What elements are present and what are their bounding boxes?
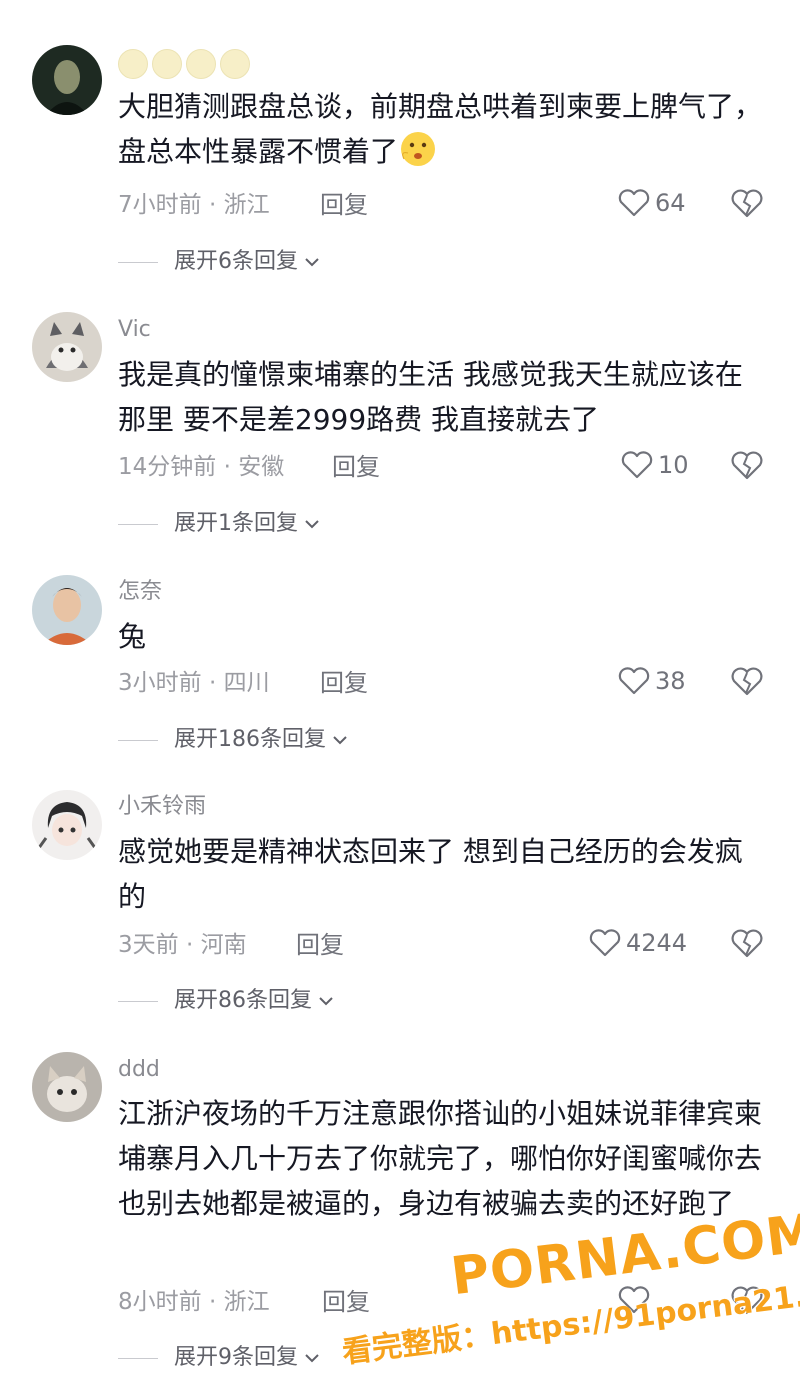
chevron-down-icon [305, 520, 319, 529]
expand-replies-button[interactable]: 展开1条回复 [118, 509, 322, 539]
avatar[interactable] [32, 45, 102, 115]
avatar[interactable] [32, 312, 102, 382]
username[interactable]: ddd [118, 1056, 160, 1084]
comment-meta: 7小时前 · 浙江 [118, 192, 270, 218]
broken-heart-icon[interactable] [730, 928, 764, 960]
expand-replies-button[interactable]: 展开86条回复 [118, 986, 336, 1016]
like-button[interactable] [617, 1285, 655, 1315]
username[interactable]: Vic [118, 316, 151, 344]
broken-heart-icon[interactable] [730, 666, 764, 698]
comment-text: 我是真的憧憬柬埔寨的生活 我感觉我天生就应该在那里 要不是差2999路费 我直接… [118, 358, 743, 436]
heart-icon [618, 189, 650, 217]
broken-heart-icon[interactable] [730, 450, 764, 482]
divider [118, 523, 158, 525]
reply-button[interactable]: 回复 [296, 930, 344, 960]
like-count: 4244 [626, 929, 688, 957]
like-button[interactable]: 38 [617, 666, 686, 696]
like-button[interactable]: 64 [617, 188, 686, 218]
chevron-down-icon [333, 736, 347, 745]
chevron-down-icon [305, 258, 319, 267]
comment-text: 大胆猜测跟盘总谈，前期盘总哄着到柬要上脾气了，盘总本性暴露不惯着了 [118, 90, 763, 168]
avatar[interactable] [32, 790, 102, 860]
comment-text: 兔 [118, 620, 147, 653]
expand-replies-button[interactable]: 展开6条回复 [118, 247, 322, 277]
comment-text: 感觉她要是精神状态回来了 想到自己经历的会发疯的 [118, 835, 743, 913]
heart-icon [618, 667, 650, 695]
comment-meta: 14分钟前 · 安徽 [118, 454, 285, 480]
broken-heart-icon[interactable] [730, 1285, 764, 1317]
face-emoji-icon [401, 132, 436, 166]
comment-text: 江浙沪夜场的千万注意跟你搭讪的小姐妹说菲律宾柬埔寨月入几十万去了你就完了，哪怕你… [118, 1097, 763, 1220]
comment-meta: 3天前 · 河南 [118, 932, 247, 958]
divider [118, 1357, 158, 1359]
reply-button[interactable]: 回复 [320, 668, 368, 698]
divider [118, 1000, 158, 1002]
expand-replies-button[interactable]: 展开9条回复 [118, 1343, 322, 1373]
reply-button[interactable]: 回复 [322, 1287, 370, 1317]
like-button[interactable]: 4244 [588, 928, 687, 958]
expand-replies-button[interactable]: 展开186条回复 [118, 725, 350, 755]
chevron-down-icon [305, 1354, 319, 1363]
heart-icon [618, 1286, 650, 1314]
like-count: 38 [655, 667, 686, 695]
username[interactable]: 怎奈 [118, 578, 162, 606]
broken-heart-icon[interactable] [730, 188, 764, 220]
like-button[interactable]: 10 [620, 450, 689, 480]
like-count: 64 [655, 189, 686, 217]
like-count: 10 [658, 451, 689, 479]
avatar[interactable] [32, 1052, 102, 1122]
username[interactable]: 小禾铃雨 [118, 793, 206, 821]
chevron-down-icon [319, 997, 333, 1006]
heart-icon [589, 929, 621, 957]
heart-icon [621, 451, 653, 479]
avatar[interactable] [32, 575, 102, 645]
reply-button[interactable]: 回复 [332, 452, 380, 482]
divider [118, 739, 158, 741]
comment-meta: 3小时前 · 四川 [118, 670, 270, 696]
divider [118, 261, 158, 263]
reply-button[interactable]: 回复 [320, 190, 368, 220]
comment-meta: 8小时前 · 浙江 [118, 1289, 270, 1315]
watermark-url: 看完整版：https://91porna21.com [340, 1270, 800, 1371]
username-emoji [118, 49, 250, 79]
